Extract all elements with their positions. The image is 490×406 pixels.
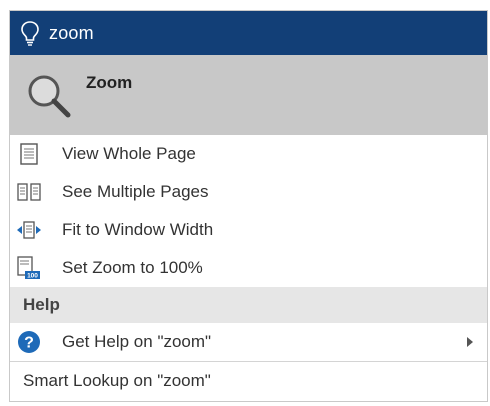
submenu-arrow-icon	[467, 337, 473, 347]
command-label: Get Help on "zoom"	[62, 332, 212, 351]
search-query-text[interactable]: zoom	[49, 23, 94, 44]
command-label: See Multiple Pages	[62, 182, 209, 201]
zoom-command-label: Zoom	[86, 73, 133, 92]
help-icon: ?	[16, 329, 42, 355]
tell-me-search-bar[interactable]: zoom	[10, 11, 487, 55]
get-help-command[interactable]: ? Get Help on "zoom"	[10, 323, 487, 361]
see-multiple-pages-command[interactable]: See Multiple Pages	[10, 173, 487, 211]
zoom-100-icon: 100	[16, 255, 42, 281]
command-label: Fit to Window Width	[62, 220, 214, 239]
fit-width-icon	[16, 217, 42, 243]
lightbulb-icon	[21, 21, 39, 46]
svg-text:?: ?	[24, 335, 34, 352]
smart-lookup-label: Smart Lookup on "zoom"	[23, 371, 211, 390]
zoom-100-icon-text: 100	[27, 273, 38, 280]
tell-me-dropdown: zoom Zoom View Whole Page See Multiple P…	[9, 10, 488, 402]
command-label: Set Zoom to 100%	[62, 258, 203, 277]
smart-lookup-command[interactable]: Smart Lookup on "zoom"	[10, 362, 487, 400]
page-icon	[16, 141, 42, 167]
fit-to-window-width-command[interactable]: Fit to Window Width	[10, 211, 487, 249]
zoom-command[interactable]: Zoom	[10, 55, 487, 135]
multiple-pages-icon	[16, 179, 42, 205]
set-zoom-100-command[interactable]: 100 Set Zoom to 100%	[10, 249, 487, 287]
magnifier-icon	[28, 75, 71, 118]
help-section-header: Help	[10, 287, 487, 323]
command-label: View Whole Page	[62, 144, 196, 163]
view-whole-page-command[interactable]: View Whole Page	[10, 135, 487, 173]
